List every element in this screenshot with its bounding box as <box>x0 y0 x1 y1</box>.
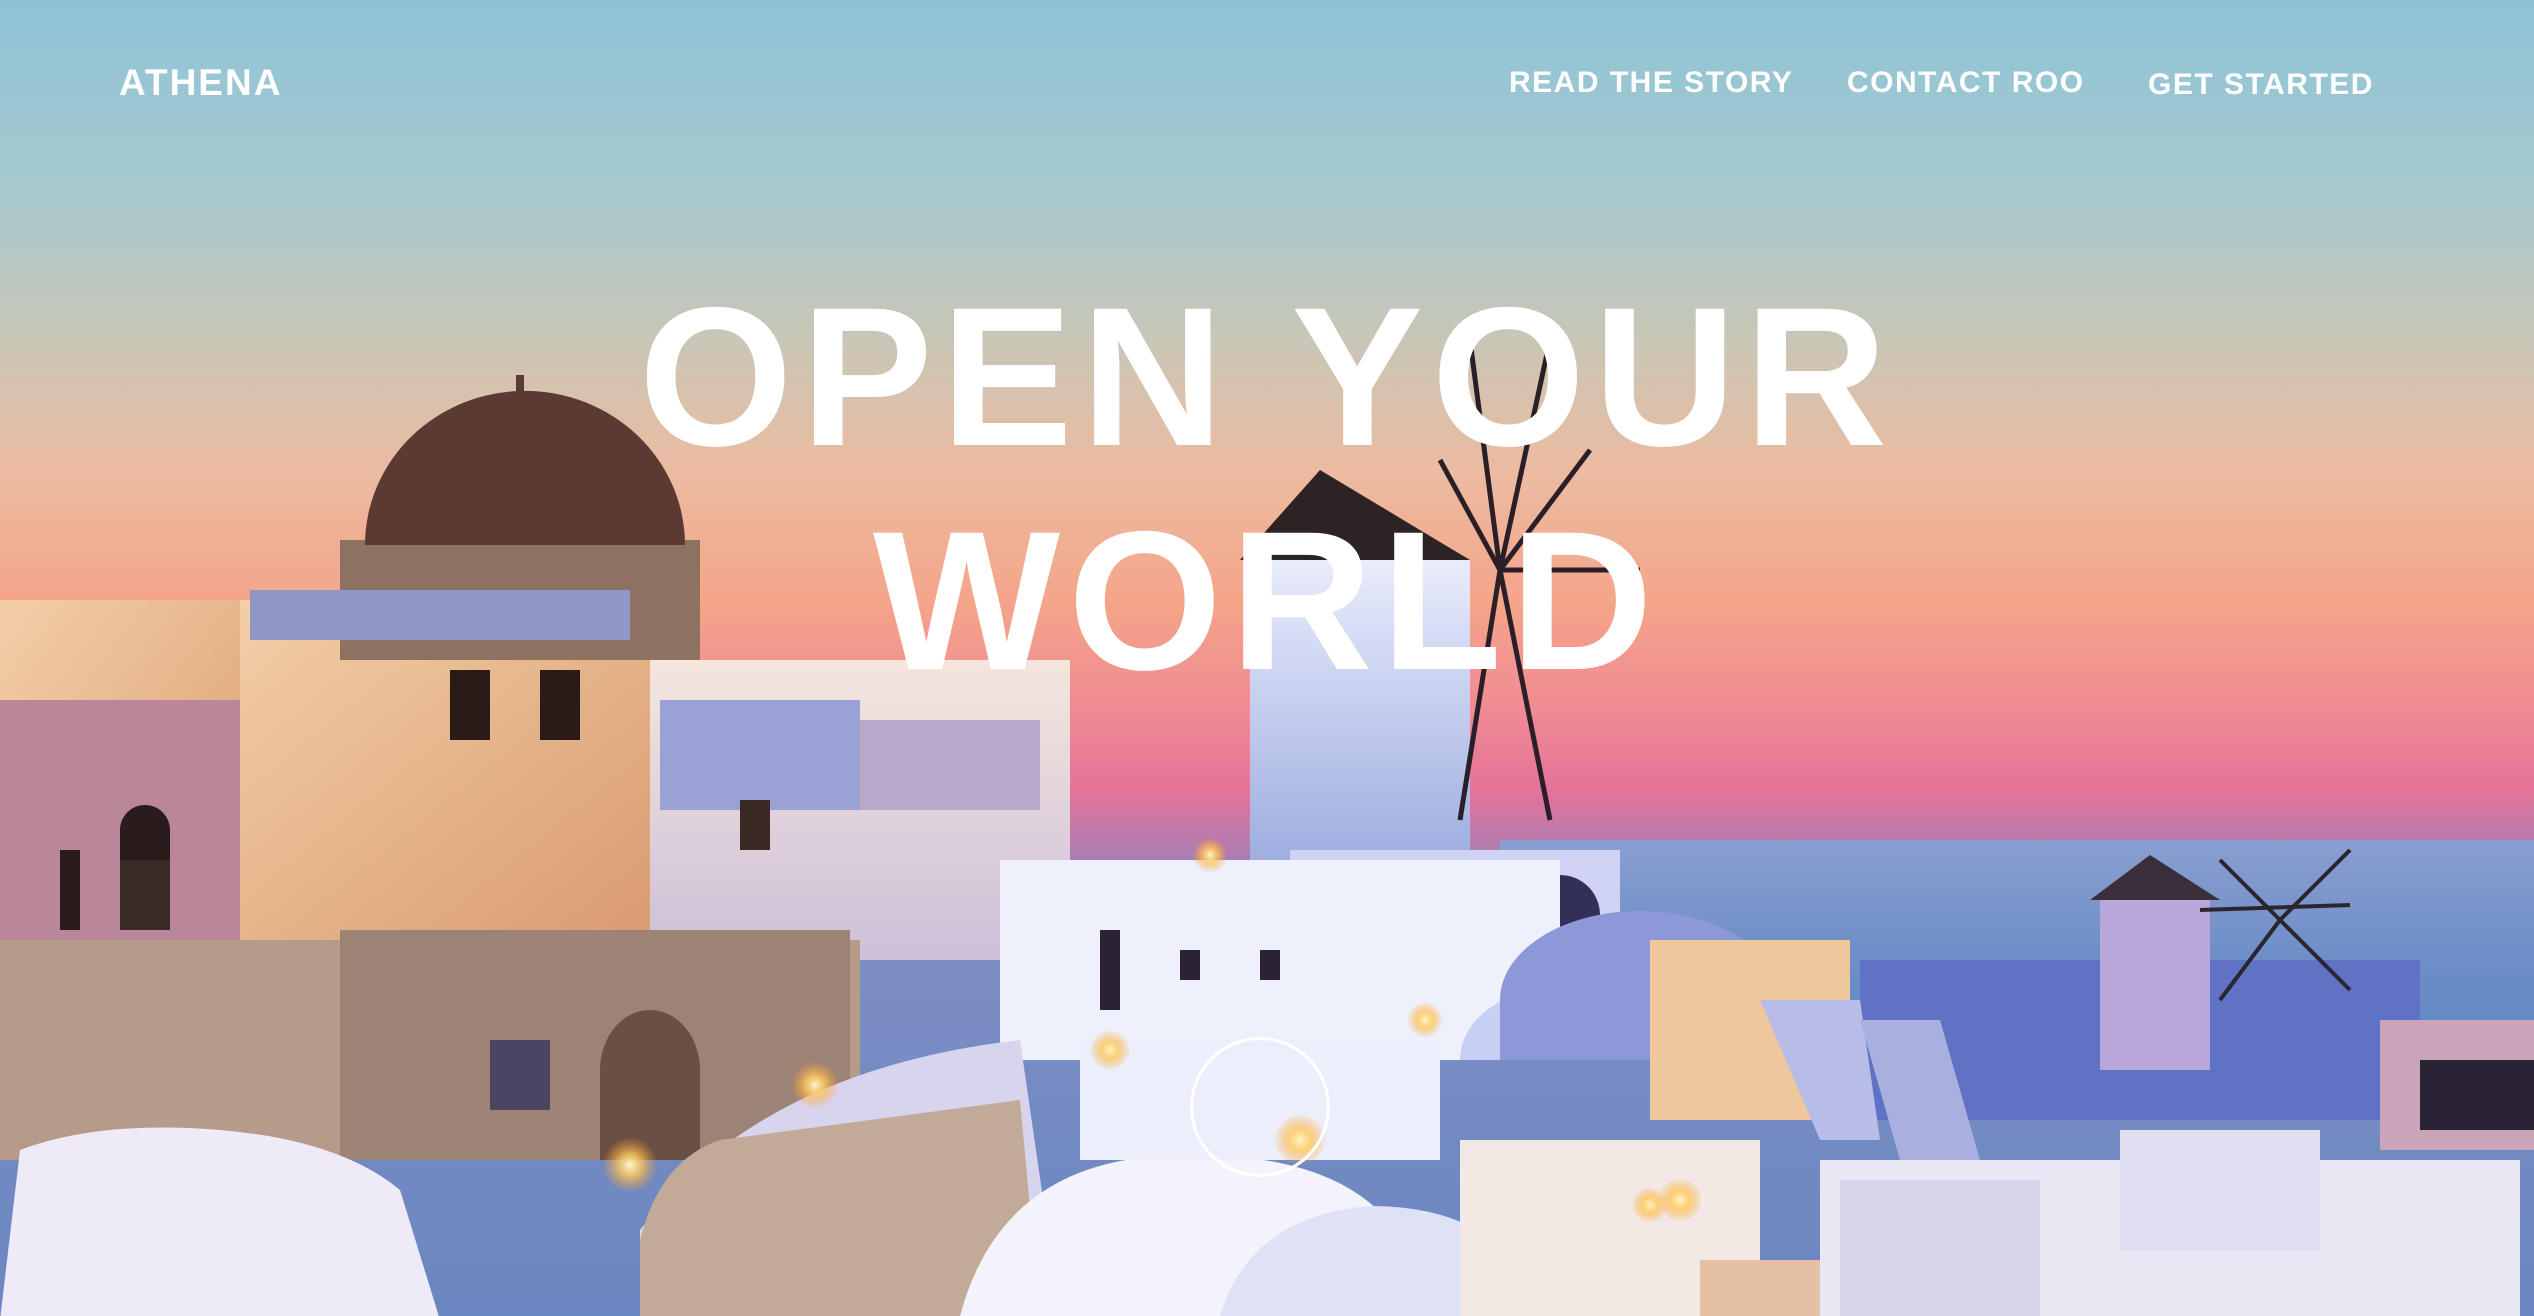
hero-headline-line2: WORLD <box>873 490 1661 711</box>
nav-read-the-story[interactable]: READ THE STORY <box>1509 66 1793 100</box>
nav-get-started[interactable]: GET STARTED <box>2148 68 2374 102</box>
scroll-circle-icon[interactable] <box>1190 1037 1330 1177</box>
nav-contact[interactable]: CONTACT ROO <box>1847 66 2085 100</box>
hero-headline-line1: OPEN YOUR <box>638 266 1896 487</box>
main-nav: READ THE STORY CONTACT ROO GET STARTED <box>0 66 2534 106</box>
